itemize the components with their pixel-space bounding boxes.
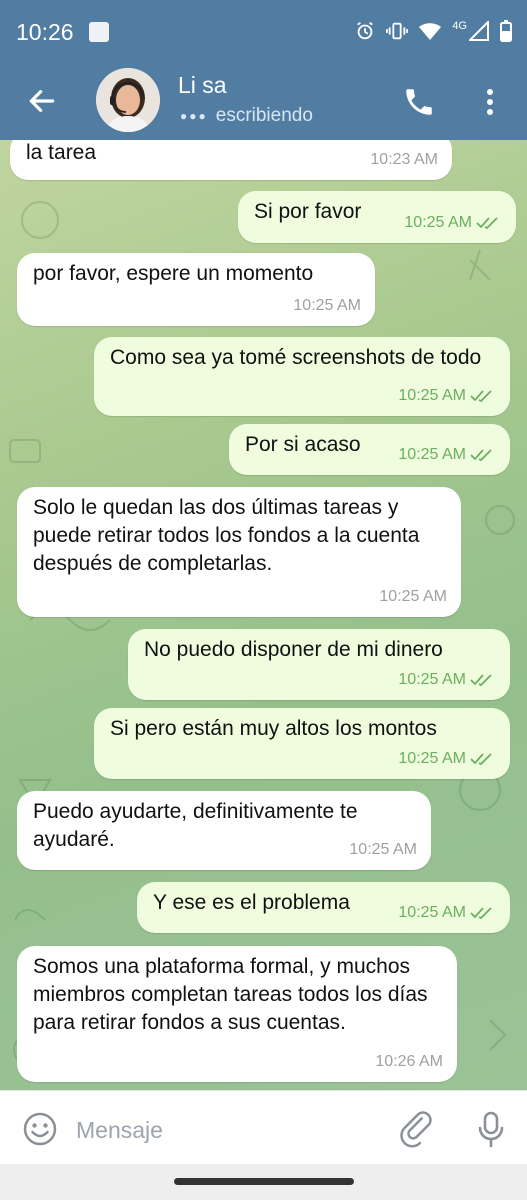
message-text: por favor, espere un momento xyxy=(33,262,314,285)
message-time: 10:25 AM xyxy=(349,841,417,858)
message-time: 10:25 AM xyxy=(398,671,466,688)
notification-app-icon xyxy=(89,22,109,42)
message-time: 10:25 AM xyxy=(398,387,466,404)
message-meta: 10:23 AM xyxy=(370,146,438,174)
message-meta: 10:25 AM xyxy=(398,382,496,410)
emoji-icon[interactable] xyxy=(22,1111,58,1147)
message-bubble-incoming[interactable]: Puedo ayudarte, definitivamente te ayuda… xyxy=(17,791,431,870)
wifi-icon xyxy=(419,23,442,40)
paperclip-icon[interactable] xyxy=(400,1109,436,1149)
microphone-icon[interactable] xyxy=(476,1109,506,1149)
message-time: 10:25 AM xyxy=(398,446,466,463)
message-meta: 10:26 AM xyxy=(375,1048,443,1076)
more-vert-icon[interactable] xyxy=(478,84,502,120)
message-meta: 10:25 AM xyxy=(398,441,496,469)
message-input[interactable] xyxy=(74,1111,378,1149)
battery-icon xyxy=(500,20,512,42)
message-meta: 10:25 AM xyxy=(349,836,417,864)
typing-dots-icon: ●●● xyxy=(180,109,208,123)
message-meta: 10:25 AM xyxy=(398,899,496,927)
typing-label: escribiendo xyxy=(215,105,313,126)
status-icons: 4G xyxy=(354,20,513,42)
message-bubble-incoming[interactable]: Somos una plataforma formal, y muchos mi… xyxy=(17,946,457,1082)
signal-icon xyxy=(469,21,489,41)
double-check-icon xyxy=(470,449,492,462)
message-bubble-outgoing[interactable]: Si por favor 10:25 AM xyxy=(238,191,516,243)
message-text: Si pero están muy altos los montos xyxy=(110,717,437,740)
back-arrow-icon[interactable] xyxy=(26,85,58,117)
message-time: 10:26 AM xyxy=(375,1053,443,1070)
double-check-icon xyxy=(470,753,492,766)
message-time: 10:25 AM xyxy=(398,750,466,767)
message-meta: 10:25 AM xyxy=(404,209,502,237)
avatar[interactable] xyxy=(96,68,160,132)
home-indicator[interactable] xyxy=(174,1178,354,1185)
chat-header: Li sa ●●● escribiendo xyxy=(0,66,527,140)
double-check-icon xyxy=(470,674,492,687)
message-bubble-outgoing[interactable]: Si pero están muy altos los montos 10:25… xyxy=(94,708,510,779)
typing-status: ●●● escribiendo xyxy=(180,105,313,127)
message-bubble-outgoing[interactable]: Como sea ya tomé screenshots de todo 10:… xyxy=(94,337,510,416)
message-text: Solo le quedan las dos últimas tareas y … xyxy=(33,496,426,575)
alarm-icon xyxy=(357,21,374,40)
message-composer xyxy=(0,1090,527,1165)
message-bubble-outgoing[interactable]: Y ese es el problema 10:25 AM xyxy=(137,882,510,933)
message-text: Somos una plataforma formal, y muchos mi… xyxy=(33,955,434,1034)
message-time: 10:25 AM xyxy=(379,588,447,605)
phone-icon[interactable] xyxy=(402,85,436,119)
message-bubble-incoming[interactable]: Solo le quedan las dos últimas tareas y … xyxy=(17,487,461,617)
message-bubble-incoming[interactable]: la tarea 10:23 AM xyxy=(10,140,452,180)
message-time: 10:25 AM xyxy=(404,214,472,231)
navigation-gesture-bar xyxy=(0,1164,527,1200)
status-time: 10:26 xyxy=(16,19,74,45)
network-label: 4G xyxy=(452,20,467,32)
message-bubble-incoming[interactable]: por favor, espere un momento 10:25 AM xyxy=(17,253,375,326)
double-check-icon xyxy=(470,907,492,920)
message-bubble-outgoing[interactable]: Por si acaso 10:25 AM xyxy=(229,424,510,475)
message-meta: 10:25 AM xyxy=(398,666,496,694)
message-list[interactable]: la tarea 10:23 AM Si por favor 10:25 AM … xyxy=(0,140,527,1090)
message-time: 10:25 AM xyxy=(293,297,361,314)
message-meta: 10:25 AM xyxy=(398,745,496,773)
message-meta: 10:25 AM xyxy=(379,583,447,611)
message-time: 10:23 AM xyxy=(370,151,438,168)
message-time: 10:25 AM xyxy=(398,904,466,921)
message-text: Como sea ya tomé screenshots de todo xyxy=(110,346,482,369)
double-check-icon xyxy=(476,217,498,230)
contact-name[interactable]: Li sa xyxy=(178,72,227,99)
vibrate-icon xyxy=(386,22,409,40)
status-bar: 10:26 4G xyxy=(0,0,527,66)
message-meta: 10:25 AM xyxy=(293,292,361,320)
message-text: No puedo disponer de mi dinero xyxy=(144,638,443,661)
double-check-icon xyxy=(470,390,492,403)
message-bubble-outgoing[interactable]: No puedo disponer de mi dinero 10:25 AM xyxy=(128,629,510,700)
